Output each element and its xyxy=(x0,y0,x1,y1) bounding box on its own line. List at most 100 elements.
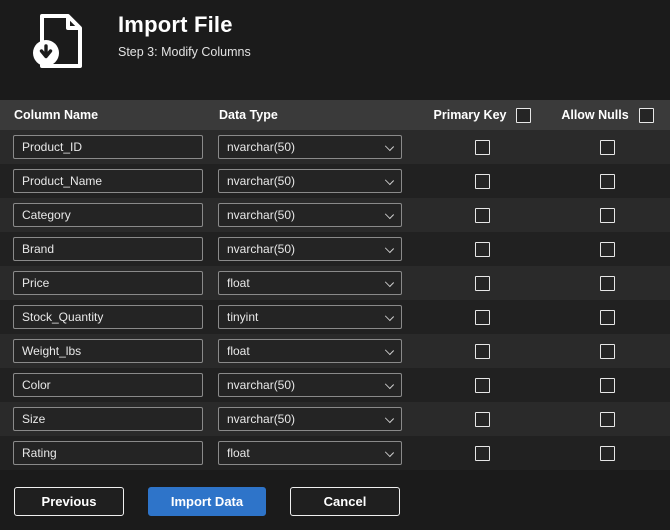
data-type-select-wrap: float xyxy=(218,271,402,295)
data-type-cell: nvarchar(50) xyxy=(205,237,420,261)
allow-nulls-header-label: Allow Nulls xyxy=(561,108,629,122)
column-name-input[interactable] xyxy=(13,407,203,431)
data-type-select[interactable]: nvarchar(50) xyxy=(218,169,402,193)
allow-nulls-cell xyxy=(545,173,670,189)
data-type-select-wrap: nvarchar(50) xyxy=(218,203,402,227)
column-name-cell xyxy=(0,441,205,465)
primary-key-checkbox[interactable] xyxy=(475,309,490,325)
data-type-select[interactable]: float xyxy=(218,441,402,465)
allow-nulls-checkbox[interactable] xyxy=(600,445,615,461)
data-type-select-wrap: nvarchar(50) xyxy=(218,373,402,397)
page-subtitle: Step 3: Modify Columns xyxy=(118,45,251,59)
data-type-cell: nvarchar(50) xyxy=(205,407,420,431)
title-block: Import File Step 3: Modify Columns xyxy=(118,10,251,59)
allow-nulls-checkbox[interactable] xyxy=(600,241,615,257)
allow-nulls-checkbox[interactable] xyxy=(600,343,615,359)
allow-nulls-checkbox[interactable] xyxy=(600,139,615,155)
data-type-select-wrap: nvarchar(50) xyxy=(218,169,402,193)
column-name-cell xyxy=(0,305,205,329)
dialog-header: Import File Step 3: Modify Columns xyxy=(0,0,670,100)
previous-button[interactable]: Previous xyxy=(14,487,124,516)
primary-key-cell xyxy=(420,173,545,189)
allow-nulls-cell xyxy=(545,139,670,155)
allow-nulls-cell xyxy=(545,445,670,461)
table-row: float xyxy=(0,334,670,368)
primary-key-checkbox[interactable] xyxy=(475,411,490,427)
column-name-input[interactable] xyxy=(13,271,203,295)
column-name-cell xyxy=(0,135,205,159)
table-row: float xyxy=(0,436,670,470)
data-type-cell: nvarchar(50) xyxy=(205,135,420,159)
primary-key-cell xyxy=(420,343,545,359)
column-name-input[interactable] xyxy=(13,135,203,159)
allow-nulls-checkbox[interactable] xyxy=(600,411,615,427)
primary-key-cell xyxy=(420,241,545,257)
primary-key-cell xyxy=(420,139,545,155)
primary-key-header-label: Primary Key xyxy=(433,108,507,122)
column-name-header: Column Name xyxy=(14,108,99,122)
column-name-input[interactable] xyxy=(13,373,203,397)
table-row: nvarchar(50) xyxy=(0,198,670,232)
data-type-select[interactable]: tinyint xyxy=(218,305,402,329)
table-header-row: Column Name Data Type Primary Key Allow … xyxy=(0,100,670,130)
allow-nulls-cell xyxy=(545,411,670,427)
column-name-cell xyxy=(0,407,205,431)
import-data-button[interactable]: Import Data xyxy=(148,487,266,516)
primary-key-checkbox[interactable] xyxy=(475,275,490,291)
allow-nulls-checkbox[interactable] xyxy=(600,275,615,291)
primary-key-cell xyxy=(420,445,545,461)
data-type-cell: float xyxy=(205,441,420,465)
data-type-select[interactable]: float xyxy=(218,339,402,363)
allow-nulls-checkbox[interactable] xyxy=(600,207,615,223)
data-type-cell: nvarchar(50) xyxy=(205,373,420,397)
data-type-select[interactable]: float xyxy=(218,271,402,295)
data-type-select[interactable]: nvarchar(50) xyxy=(218,373,402,397)
data-type-select-wrap: float xyxy=(218,339,402,363)
column-name-input[interactable] xyxy=(13,203,203,227)
column-name-input[interactable] xyxy=(13,441,203,465)
data-type-select-wrap: nvarchar(50) xyxy=(218,237,402,261)
data-type-select[interactable]: nvarchar(50) xyxy=(218,135,402,159)
data-type-cell: nvarchar(50) xyxy=(205,203,420,227)
allow-nulls-header: Allow Nulls xyxy=(545,107,670,123)
column-name-cell xyxy=(0,169,205,193)
primary-key-checkbox[interactable] xyxy=(475,241,490,257)
primary-key-checkbox[interactable] xyxy=(475,173,490,189)
allow-nulls-checkbox[interactable] xyxy=(600,309,615,325)
data-type-cell: float xyxy=(205,271,420,295)
table-row: nvarchar(50) xyxy=(0,130,670,164)
primary-key-select-all-checkbox[interactable] xyxy=(516,107,532,123)
page-title: Import File xyxy=(118,12,233,37)
primary-key-checkbox[interactable] xyxy=(475,139,490,155)
allow-nulls-cell xyxy=(545,377,670,393)
primary-key-cell xyxy=(420,275,545,291)
allow-nulls-cell xyxy=(545,207,670,223)
column-name-cell xyxy=(0,271,205,295)
column-name-cell xyxy=(0,339,205,363)
column-name-cell xyxy=(0,373,205,397)
primary-key-checkbox[interactable] xyxy=(475,343,490,359)
primary-key-checkbox[interactable] xyxy=(475,377,490,393)
table-body: nvarchar(50) nvarchar(50) xyxy=(0,130,670,470)
data-type-cell: nvarchar(50) xyxy=(205,169,420,193)
allow-nulls-checkbox[interactable] xyxy=(600,377,615,393)
allow-nulls-select-all-checkbox[interactable] xyxy=(638,107,654,123)
primary-key-cell xyxy=(420,411,545,427)
primary-key-cell xyxy=(420,207,545,223)
allow-nulls-cell xyxy=(545,275,670,291)
primary-key-checkbox[interactable] xyxy=(475,445,490,461)
data-type-select[interactable]: nvarchar(50) xyxy=(218,407,402,431)
column-name-input[interactable] xyxy=(13,339,203,363)
column-name-input[interactable] xyxy=(13,169,203,193)
allow-nulls-cell xyxy=(545,241,670,257)
primary-key-checkbox[interactable] xyxy=(475,207,490,223)
column-name-input[interactable] xyxy=(13,237,203,261)
data-type-select[interactable]: nvarchar(50) xyxy=(218,237,402,261)
column-name-input[interactable] xyxy=(13,305,203,329)
column-name-cell xyxy=(0,203,205,227)
allow-nulls-checkbox[interactable] xyxy=(600,173,615,189)
primary-key-header: Primary Key xyxy=(420,107,545,123)
data-type-select[interactable]: nvarchar(50) xyxy=(218,203,402,227)
cancel-button[interactable]: Cancel xyxy=(290,487,400,516)
table-row: nvarchar(50) xyxy=(0,164,670,198)
